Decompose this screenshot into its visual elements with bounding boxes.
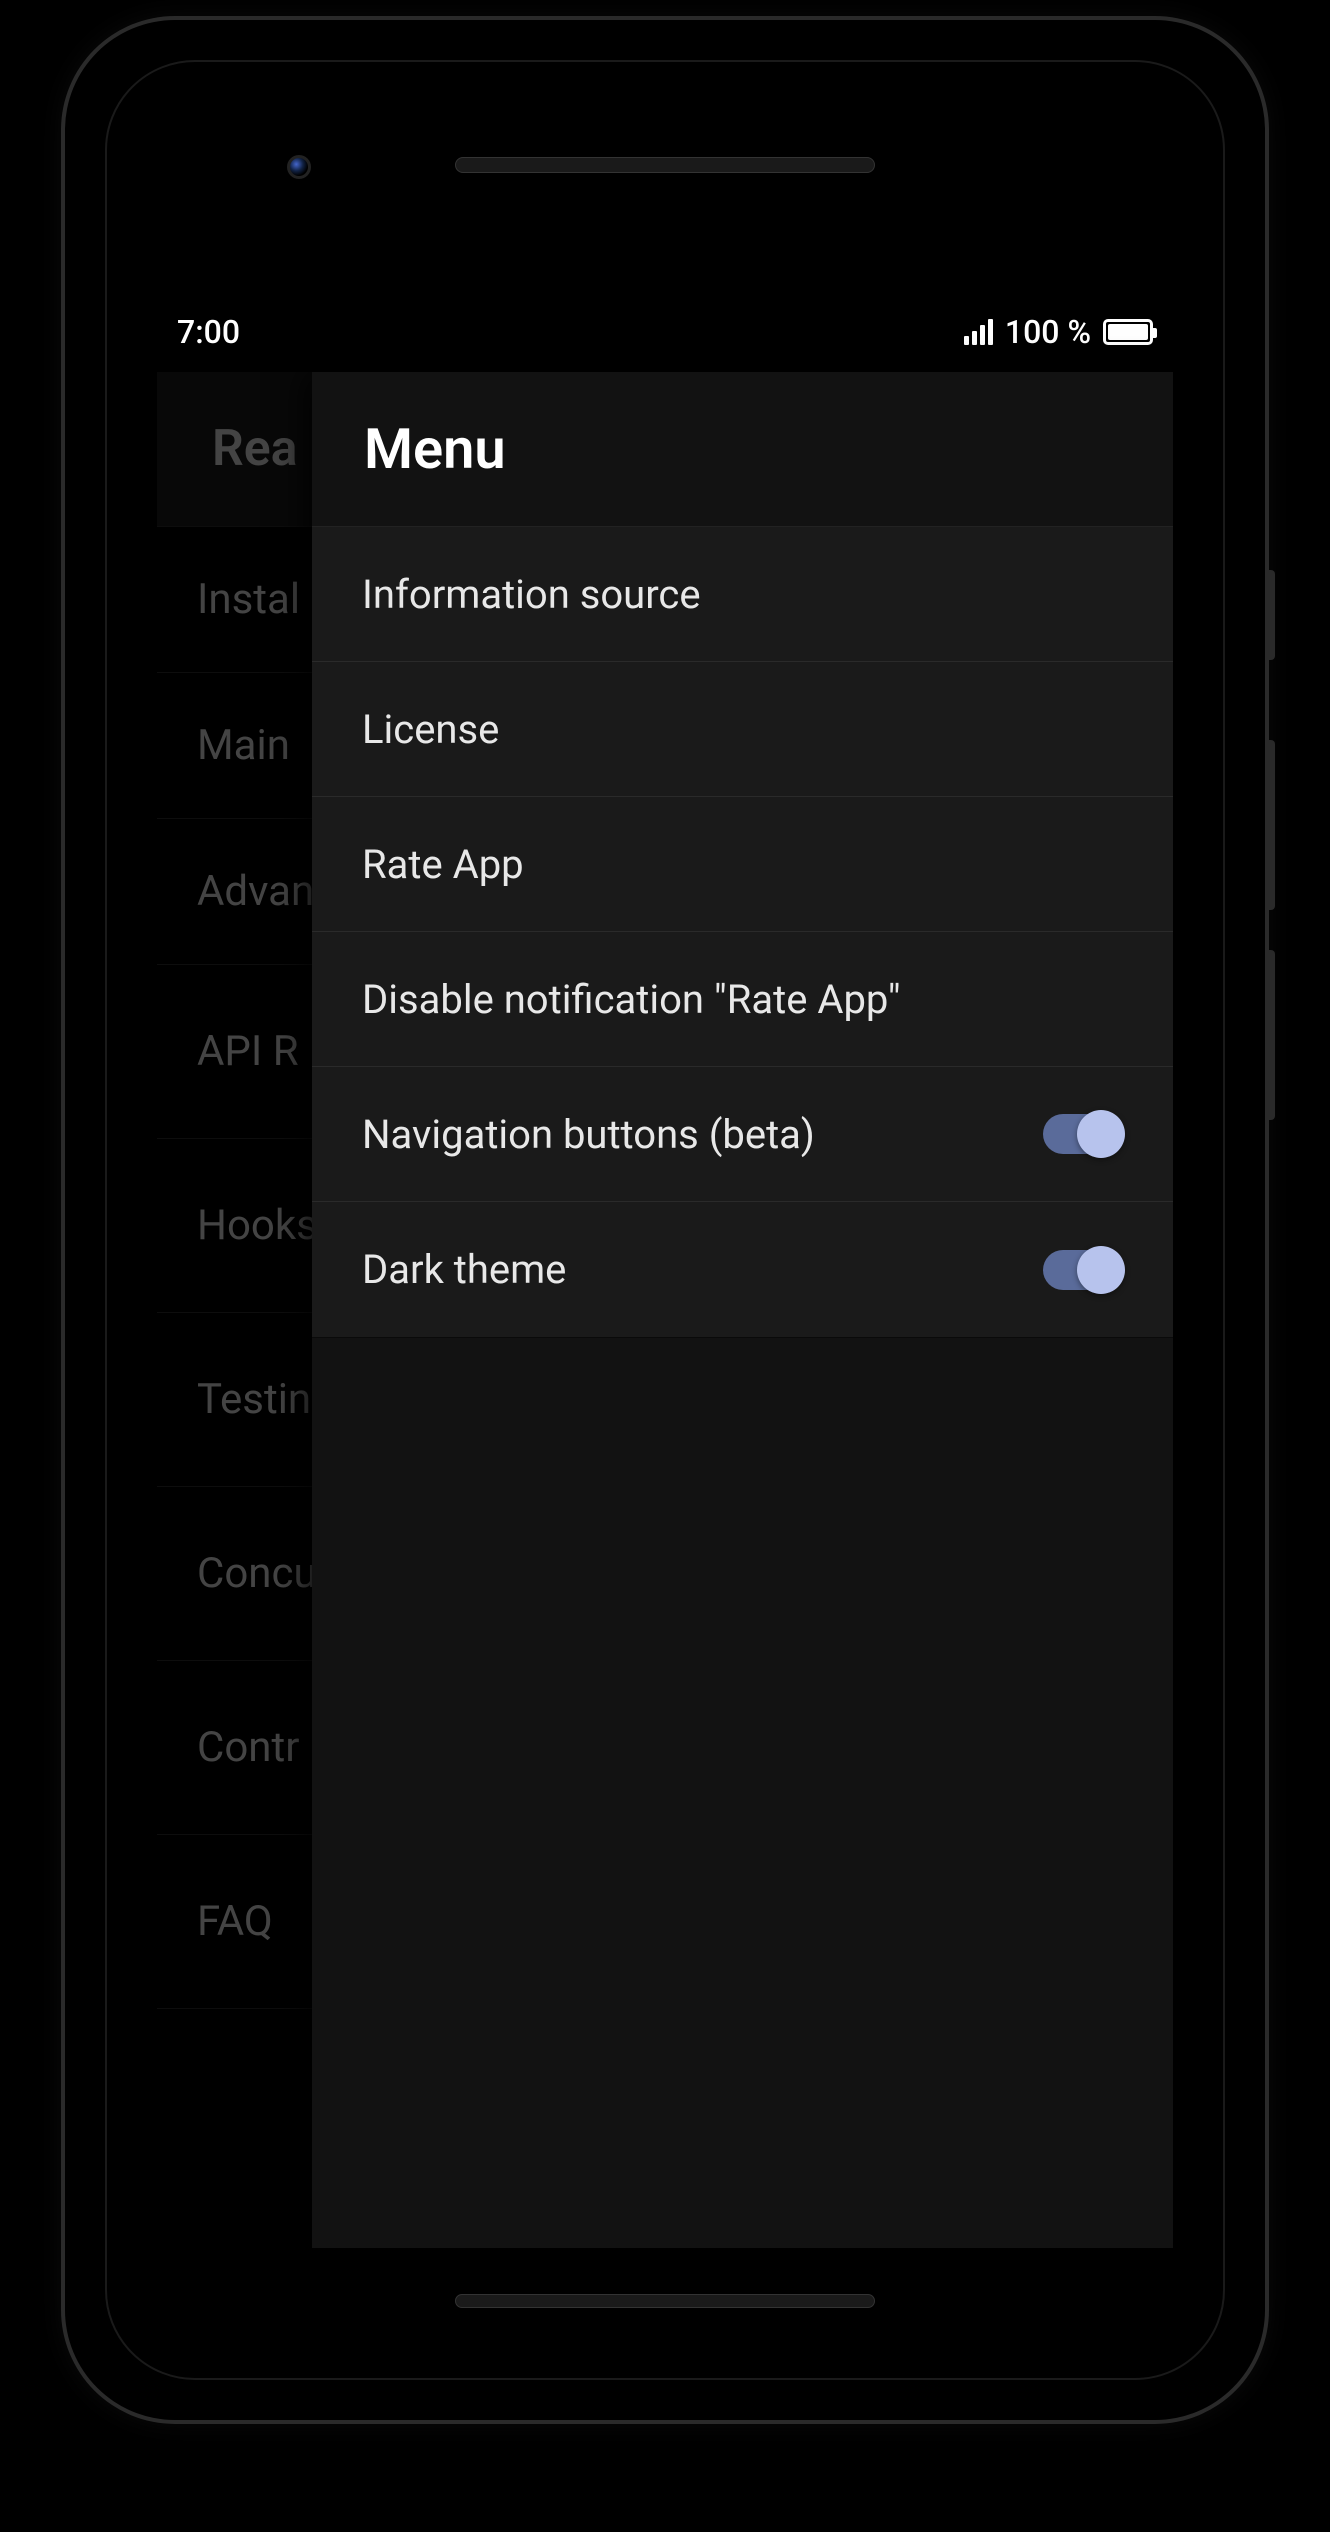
menu-item-disable-rate-notification[interactable]: Disable notification "Rate App" [312,932,1173,1067]
menu-item-license[interactable]: License [312,662,1173,797]
toggle-dark-theme[interactable] [1043,1250,1123,1290]
phone-device-frame: 7:00 100 % Rea Insta [65,20,1265,2420]
phone-frame: 7:00 100 % Rea Insta [105,60,1225,2380]
toggle-knob [1077,1246,1125,1294]
signal-icon [964,319,993,345]
status-right: 100 % [964,313,1153,351]
menu-item-label: License [362,706,499,753]
drawer-title: Menu [312,372,1173,527]
battery-icon [1103,319,1153,345]
battery-percent: 100 % [1005,313,1091,351]
power-button [1265,570,1275,660]
toggle-navigation-buttons[interactable] [1043,1114,1123,1154]
menu-item-information-source[interactable]: Information source [312,527,1173,662]
toggle-knob [1077,1110,1125,1158]
bottom-speaker [455,2294,875,2308]
app-content: Rea Instal Main Advan API R Hooks Testin… [157,372,1173,2248]
front-camera [287,155,311,179]
volume-down-button [1265,950,1275,1120]
screen: 7:00 100 % Rea Insta [157,292,1173,2248]
drawer-title-text: Menu [364,416,506,482]
menu-item-label: Navigation buttons (beta) [362,1111,815,1158]
menu-item-label: Information source [362,571,701,618]
menu-drawer: Menu Information source License Rate App [312,372,1173,2248]
top-speaker [455,157,875,173]
status-time: 7:00 [177,313,240,351]
menu-item-rate-app[interactable]: Rate App [312,797,1173,932]
status-bar: 7:00 100 % [157,292,1173,372]
menu-item-dark-theme[interactable]: Dark theme [312,1202,1173,1337]
volume-up-button [1265,740,1275,910]
menu-item-label: Rate App [362,841,524,888]
menu-list: Information source License Rate App Disa… [312,527,1173,1338]
menu-item-navigation-buttons[interactable]: Navigation buttons (beta) [312,1067,1173,1202]
menu-item-label: Disable notification "Rate App" [362,976,901,1023]
menu-item-label: Dark theme [362,1246,566,1293]
